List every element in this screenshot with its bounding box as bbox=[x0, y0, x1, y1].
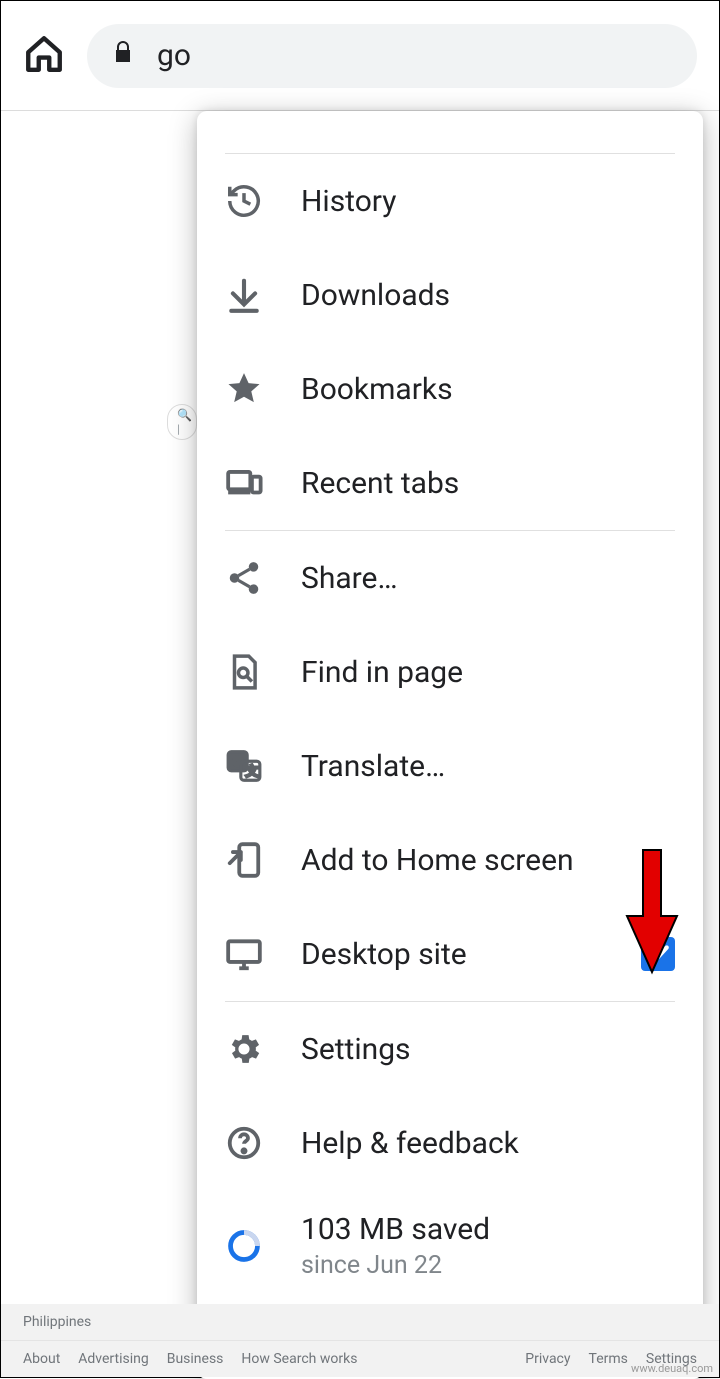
downloads-icon bbox=[225, 276, 263, 314]
menu-label: Translate… bbox=[301, 749, 445, 784]
menu-label: Settings bbox=[301, 1032, 411, 1067]
menu-item-history[interactable]: History bbox=[197, 154, 703, 248]
menu-label: 103 MB saved bbox=[301, 1212, 490, 1247]
url-bar[interactable]: go bbox=[87, 24, 697, 88]
menu-label: Add to Home screen bbox=[301, 843, 574, 878]
menu-label: Recent tabs bbox=[301, 466, 459, 501]
annotation-arrow bbox=[623, 846, 681, 976]
data-saver-icon bbox=[225, 1227, 263, 1265]
menu-item-recent-tabs[interactable]: Recent tabs bbox=[197, 436, 703, 530]
help-icon bbox=[225, 1124, 263, 1162]
menu-label: History bbox=[301, 184, 396, 219]
menu-item-bookmarks[interactable]: Bookmarks bbox=[197, 342, 703, 436]
footer-link[interactable]: Business bbox=[167, 1351, 224, 1367]
lock-icon bbox=[111, 37, 135, 75]
browser-toolbar: go bbox=[1, 1, 719, 111]
menu-item-help[interactable]: Help & feedback bbox=[197, 1096, 703, 1190]
menu-sublabel: since Jun 22 bbox=[301, 1251, 490, 1280]
menu-item-downloads[interactable]: Downloads bbox=[197, 248, 703, 342]
footer-link[interactable]: Advertising bbox=[78, 1351, 148, 1367]
footer-link[interactable]: Terms bbox=[589, 1351, 628, 1367]
footer-link[interactable]: How Search works bbox=[241, 1351, 357, 1367]
footer-region: Philippines bbox=[1, 1304, 719, 1341]
menu-label: Bookmarks bbox=[301, 372, 453, 407]
settings-icon bbox=[225, 1030, 263, 1068]
menu-label: Desktop site bbox=[301, 937, 467, 972]
share-icon bbox=[225, 559, 263, 597]
svg-text:文: 文 bbox=[246, 765, 259, 779]
footer-link[interactable]: About bbox=[23, 1351, 60, 1367]
menu-label: Share… bbox=[301, 561, 398, 596]
home-icon[interactable] bbox=[23, 33, 65, 79]
history-icon bbox=[225, 182, 263, 220]
desktop-site-icon bbox=[225, 935, 263, 973]
overflow-menu: History Downloads Bookmarks Recent tabs bbox=[197, 111, 703, 1379]
menu-item-find-in-page[interactable]: Find in page bbox=[197, 625, 703, 719]
menu-item-settings[interactable]: Settings bbox=[197, 1002, 703, 1096]
watermark: www.deuaq.com bbox=[631, 1362, 713, 1375]
translate-icon: G文 bbox=[225, 747, 263, 785]
url-text: go bbox=[157, 38, 191, 73]
menu-label: Help & feedback bbox=[301, 1126, 519, 1161]
add-to-home-icon bbox=[225, 841, 263, 879]
menu-item-data-saver[interactable]: 103 MB saved since Jun 22 bbox=[197, 1190, 703, 1302]
bookmarks-icon bbox=[225, 370, 263, 408]
recent-tabs-icon bbox=[225, 464, 263, 502]
footer-links-left: About Advertising Business How Search wo… bbox=[23, 1351, 357, 1367]
footer-link[interactable]: Privacy bbox=[525, 1351, 570, 1367]
search-input-stub[interactable]: 🔍 | bbox=[167, 404, 197, 440]
page-footer: Philippines About Advertising Business H… bbox=[1, 1304, 719, 1377]
menu-label: Find in page bbox=[301, 655, 463, 690]
menu-label: Downloads bbox=[301, 278, 450, 313]
find-in-page-icon bbox=[225, 653, 263, 691]
menu-item-translate[interactable]: G文 Translate… bbox=[197, 719, 703, 813]
menu-item-share[interactable]: Share… bbox=[197, 531, 703, 625]
